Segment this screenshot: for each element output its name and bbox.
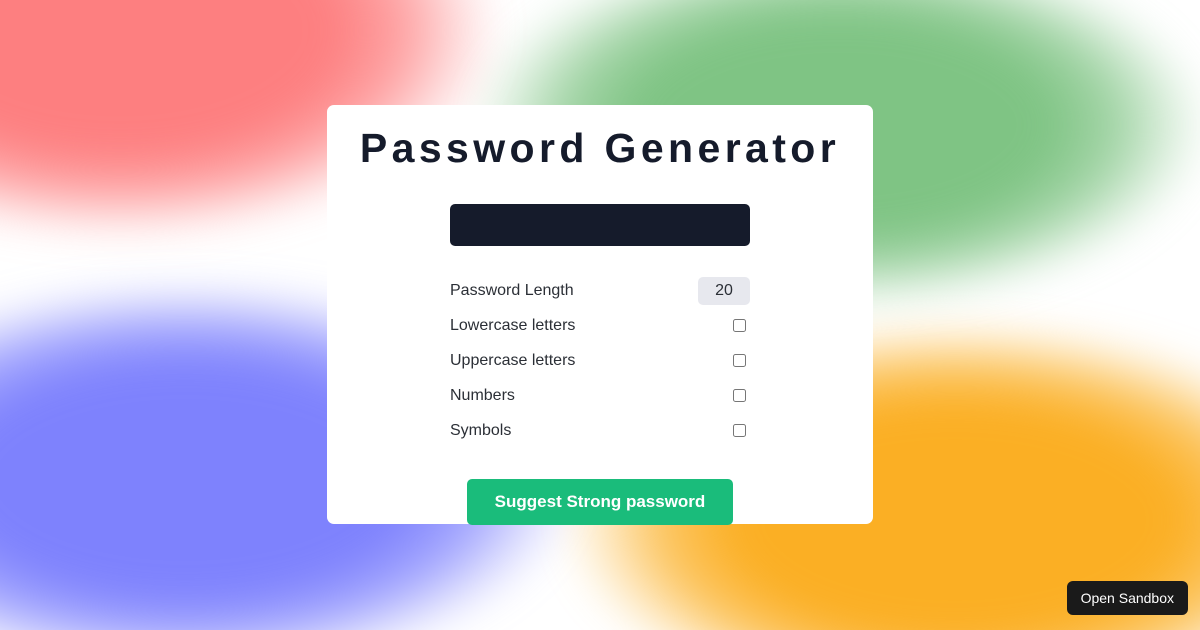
options-list: Password Length Lowercase letters Upperc… bbox=[450, 273, 750, 448]
password-generator-card: Password Generator Password Length Lower… bbox=[327, 105, 873, 526]
option-label-lowercase-letters: Lowercase letters bbox=[450, 316, 576, 334]
suggest-strong-password-button[interactable]: Suggest Strong password bbox=[466, 479, 734, 526]
option-label-numbers: Numbers bbox=[450, 386, 515, 404]
open-sandbox-button[interactable]: Open Sandbox bbox=[1066, 581, 1188, 615]
option-label-password-length: Password Length bbox=[450, 281, 574, 299]
option-row-symbols: Symbols bbox=[450, 413, 750, 448]
password-length-input[interactable] bbox=[698, 276, 750, 305]
lowercase-letters-checkbox[interactable] bbox=[733, 319, 746, 333]
option-row-uppercase-letters: Uppercase letters bbox=[450, 343, 750, 378]
option-label-symbols: Symbols bbox=[450, 421, 512, 439]
page-title: Password Generator bbox=[359, 125, 841, 171]
numbers-checkbox[interactable] bbox=[733, 389, 746, 403]
symbols-checkbox[interactable] bbox=[733, 424, 746, 438]
option-label-uppercase-letters: Uppercase letters bbox=[450, 351, 576, 369]
option-row-password-length: Password Length bbox=[450, 273, 750, 308]
generated-password-field[interactable] bbox=[450, 204, 750, 247]
uppercase-letters-checkbox[interactable] bbox=[733, 354, 746, 368]
option-row-lowercase-letters: Lowercase letters bbox=[450, 308, 750, 343]
option-row-numbers: Numbers bbox=[450, 378, 750, 413]
